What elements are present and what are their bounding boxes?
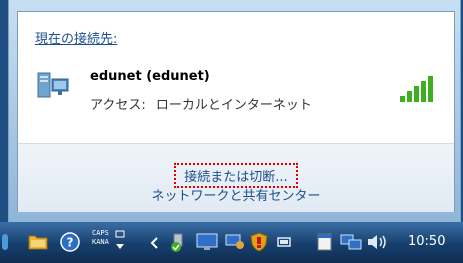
popup-footer: 接続または切断... ネットワークと共有センター xyxy=(18,143,454,212)
caps-lock-label: CAPS xyxy=(92,229,109,237)
safe-remove-icon[interactable] xyxy=(168,232,188,252)
access-label: アクセス: xyxy=(90,98,146,113)
clock[interactable]: 10:50 xyxy=(408,234,445,249)
network-connection-icon xyxy=(37,72,69,98)
monitor-icon[interactable] xyxy=(196,232,218,252)
kana-label: KANA xyxy=(92,238,109,246)
signal-strength-icon xyxy=(400,76,433,102)
ime-status[interactable]: CAPS KANA xyxy=(92,229,109,247)
network-name: edunet (edunet) xyxy=(90,69,210,84)
battery-icon[interactable] xyxy=(276,234,292,250)
folder-icon[interactable] xyxy=(28,232,48,250)
taskbar-edge-icon[interactable] xyxy=(2,234,8,250)
chevron-down-icon[interactable] xyxy=(116,244,124,250)
access-value: ローカルとインターネット xyxy=(155,98,312,113)
chevron-left-icon[interactable] xyxy=(150,237,158,249)
svg-text:?: ? xyxy=(67,236,74,250)
volume-icon[interactable] xyxy=(366,233,388,251)
network-popup: 現在の接続先: edunet (edunet) アクセス: ローカルとインターネ… xyxy=(17,11,455,212)
access-status: アクセス: ローカルとインターネット xyxy=(90,94,312,113)
security-shield-icon[interactable] xyxy=(250,232,268,252)
ime-pad-icon[interactable] xyxy=(115,230,125,238)
notepad-icon[interactable] xyxy=(316,232,334,252)
taskbar: ? CAPS KANA 10:50 xyxy=(0,222,463,263)
network-icon[interactable] xyxy=(340,232,362,252)
network-users-icon[interactable] xyxy=(224,232,246,252)
current-connection-header[interactable]: 現在の接続先: xyxy=(35,28,117,47)
help-icon[interactable]: ? xyxy=(60,232,80,252)
network-sharing-center-link[interactable]: ネットワークと共有センター xyxy=(18,185,454,204)
